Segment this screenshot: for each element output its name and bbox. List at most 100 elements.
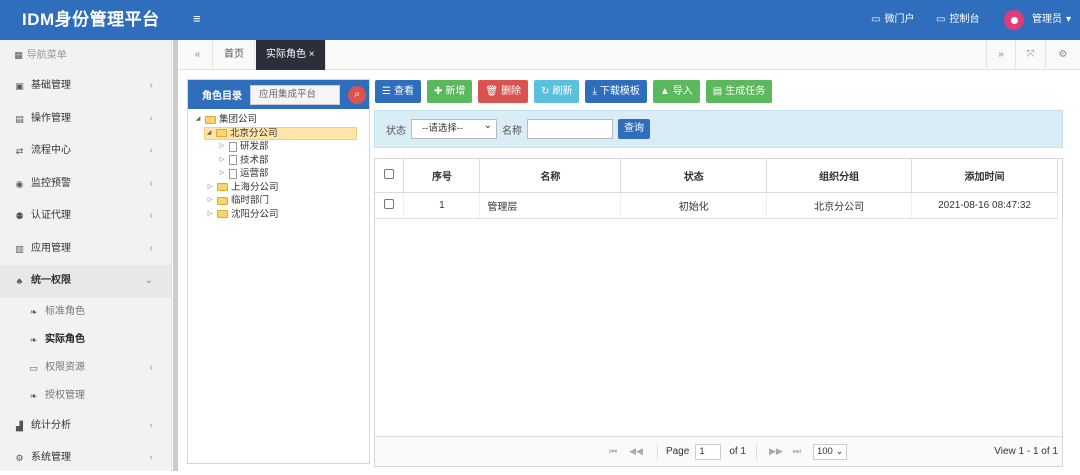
chevron-left-icon: ‹ [149, 80, 153, 91]
file-icon [229, 168, 237, 179]
image-icon: ▲ [659, 86, 670, 97]
tree-node[interactable]: ▷ 临时部门 [206, 194, 369, 208]
add-button[interactable]: ✚ 新增 [426, 80, 473, 103]
col-header-name[interactable]: 名称 [479, 159, 622, 193]
chevron-left-icon: ‹ [149, 177, 153, 189]
page-number-input[interactable]: 1 [695, 443, 722, 460]
org-tree: ◢ 集团公司 ◢ 北京分公司 ▷ 研发部 ▷ 技术部 ▷ 运营部 ▷ 上海分公司 ▷ 临时部门… [188, 109, 369, 221]
folder-icon [216, 129, 227, 138]
book-icon: ▤ [15, 113, 24, 124]
col-header-no[interactable]: 序号 [403, 159, 481, 193]
chevron-left-icon: ‹ [149, 452, 153, 463]
folder-icon: ▭ [29, 362, 38, 373]
sidebar-item-apps[interactable]: ▥ 应用管理 ‹ [0, 233, 171, 266]
users-icon: ⚉ [15, 211, 24, 221]
scroll-right-icon[interactable]: » [986, 40, 1016, 70]
chevron-left-icon: ‹ [149, 210, 153, 221]
leaf-icon: ❧ [29, 334, 38, 345]
tab-bar: « 首页 实际角色 × » ⤧ ⚙ [178, 40, 1080, 70]
sidebar-item-workflow[interactable]: ⇄ 流程中心 ‹ [0, 135, 171, 168]
portal-link[interactable]: ▭ 微门户 [871, 0, 914, 40]
sidebar-item-auth-proxy[interactable]: ⚉ 认证代理 ‹ [0, 200, 171, 233]
page-label: Page [665, 446, 690, 457]
roles-table: 序号 名称 状态 组织分组 添加时间 1 管理层 初始化 北京分公司 2021-… [375, 159, 1058, 219]
download-template-button[interactable]: ⤓ 下载模板 [585, 80, 647, 103]
sidebar-item-operation[interactable]: ▤ 操作管理 ‹ [0, 103, 171, 136]
console-link[interactable]: ▭ 控制台 [936, 0, 979, 40]
query-button[interactable]: 查询 [618, 119, 650, 139]
col-header-org[interactable]: 组织分组 [766, 159, 913, 193]
expanded-icon[interactable]: ◢ [205, 127, 213, 141]
folder-icon [205, 115, 216, 124]
sidebar-subitem-actual-role[interactable]: ❧ 实际角色 [0, 326, 171, 354]
generate-task-button[interactable]: ▤ 生成任务 [705, 80, 773, 103]
id-card-icon: ▭ [871, 14, 881, 25]
search-icon[interactable]: ⌕ [348, 85, 366, 104]
scroll-left-icon[interactable]: « [183, 40, 213, 70]
sidebar-item-monitor[interactable]: ◉ 监控预警 ‹ [0, 168, 171, 201]
collapsed-icon[interactable]: ▷ [218, 167, 226, 181]
chart-icon: ▟ [16, 420, 23, 431]
leaf-icon: ❧ [29, 306, 38, 317]
menu-toggle-icon[interactable]: ≡ [193, 0, 201, 40]
roles-grid: 序号 名称 状态 组织分组 添加时间 1 管理层 初始化 北京分公司 2021-… [374, 158, 1063, 467]
close-icon[interactable]: × [309, 49, 315, 60]
refresh-button[interactable]: ↻ 刷新 [534, 80, 580, 103]
tree-node[interactable]: ◢ 集团公司 [194, 113, 369, 127]
name-label: 名称 [502, 125, 522, 137]
gear-icon[interactable]: ⚙ [1048, 40, 1078, 70]
tab-actual-role[interactable]: 实际角色 × [256, 40, 326, 70]
sidebar-item-statistics[interactable]: ▟ 统计分析 ‹ [0, 410, 171, 443]
tab-home[interactable]: 首页 [214, 40, 255, 70]
table-row[interactable]: 1 管理层 初始化 北京分公司 2021-08-16 08:47:32 [375, 192, 1058, 219]
sidebar-subitem-resources[interactable]: ▭ 权限资源 ‹ [0, 354, 171, 382]
sidebar-scrollbar[interactable] [173, 40, 178, 471]
last-page-icon[interactable]: ⏭ [793, 446, 801, 457]
list-icon: ☰ [382, 86, 391, 97]
collapsed-icon[interactable]: ▷ [206, 181, 214, 195]
col-header-status[interactable]: 状态 [620, 159, 768, 193]
user-menu[interactable]: 管理员 ▾ [1004, 0, 1071, 40]
trash-icon: 🗑 [485, 86, 499, 97]
cell-name: 管理层 [479, 192, 622, 219]
tree-search-input[interactable]: 应用集成平台 [250, 84, 340, 105]
tree-node[interactable]: ▷ 技术部 [218, 154, 369, 168]
cell-no: 1 [403, 192, 481, 219]
col-header-time[interactable]: 添加时间 [911, 159, 1058, 193]
sidebar-subitem-standard-role[interactable]: ❧ 标准角色 [0, 298, 171, 326]
plus-icon: ✚ [433, 86, 443, 97]
row-checkbox[interactable] [375, 192, 405, 219]
collapsed-icon[interactable]: ▷ [218, 154, 226, 168]
fullscreen-icon[interactable]: ⤧ [1016, 40, 1046, 70]
tree-node[interactable]: ▷ 上海分公司 [206, 181, 369, 195]
tree-node[interactable]: ▷ 研发部 [218, 140, 369, 154]
tree-node[interactable]: ▷ 运营部 [218, 167, 369, 181]
sitemap-icon: ♣ [16, 276, 23, 286]
chevron-left-icon: ‹ [149, 419, 153, 431]
next-page-icon[interactable]: ▶▶ [769, 446, 783, 457]
first-page-icon[interactable]: ⏮ [609, 446, 617, 457]
status-select[interactable]: --请选择-- [411, 117, 497, 139]
collapsed-icon[interactable]: ▷ [206, 208, 214, 222]
sidebar-item-basic[interactable]: ▣ 基础管理 ‹ [0, 70, 171, 103]
grid-icon: ▦ [14, 50, 23, 60]
expanded-icon[interactable]: ◢ [194, 113, 202, 127]
page-size-select[interactable]: 100 ⌄ [812, 443, 847, 460]
sidebar-subitem-authorization[interactable]: ❧ 授权管理 [0, 382, 171, 410]
collapsed-icon[interactable]: ▷ [218, 140, 226, 154]
id-card-icon: ▣ [15, 81, 24, 91]
chevron-left-icon: ‹ [149, 361, 153, 373]
view-button[interactable]: ☰ 查看 [375, 80, 421, 103]
sidebar-item-system[interactable]: ⚙ 系统管理 ‹ [0, 442, 171, 475]
delete-button[interactable]: 🗑 删除 [478, 80, 529, 103]
collapsed-icon[interactable]: ▷ [206, 194, 214, 208]
tree-node[interactable]: ▷ 沈阳分公司 [206, 208, 369, 222]
prev-page-icon[interactable]: ◀◀ [629, 446, 643, 457]
select-all-checkbox[interactable] [375, 159, 405, 193]
sidebar-item-permission[interactable]: ♣ 统一权限 ⌄ [0, 265, 171, 298]
grid-icon: ▥ [15, 243, 24, 254]
tree-node-selected[interactable]: ◢ 北京分公司 [204, 126, 357, 141]
name-input[interactable] [527, 119, 613, 139]
cell-time: 2021-08-16 08:47:32 [911, 192, 1058, 219]
import-button[interactable]: ▲ 导入 [652, 80, 700, 103]
